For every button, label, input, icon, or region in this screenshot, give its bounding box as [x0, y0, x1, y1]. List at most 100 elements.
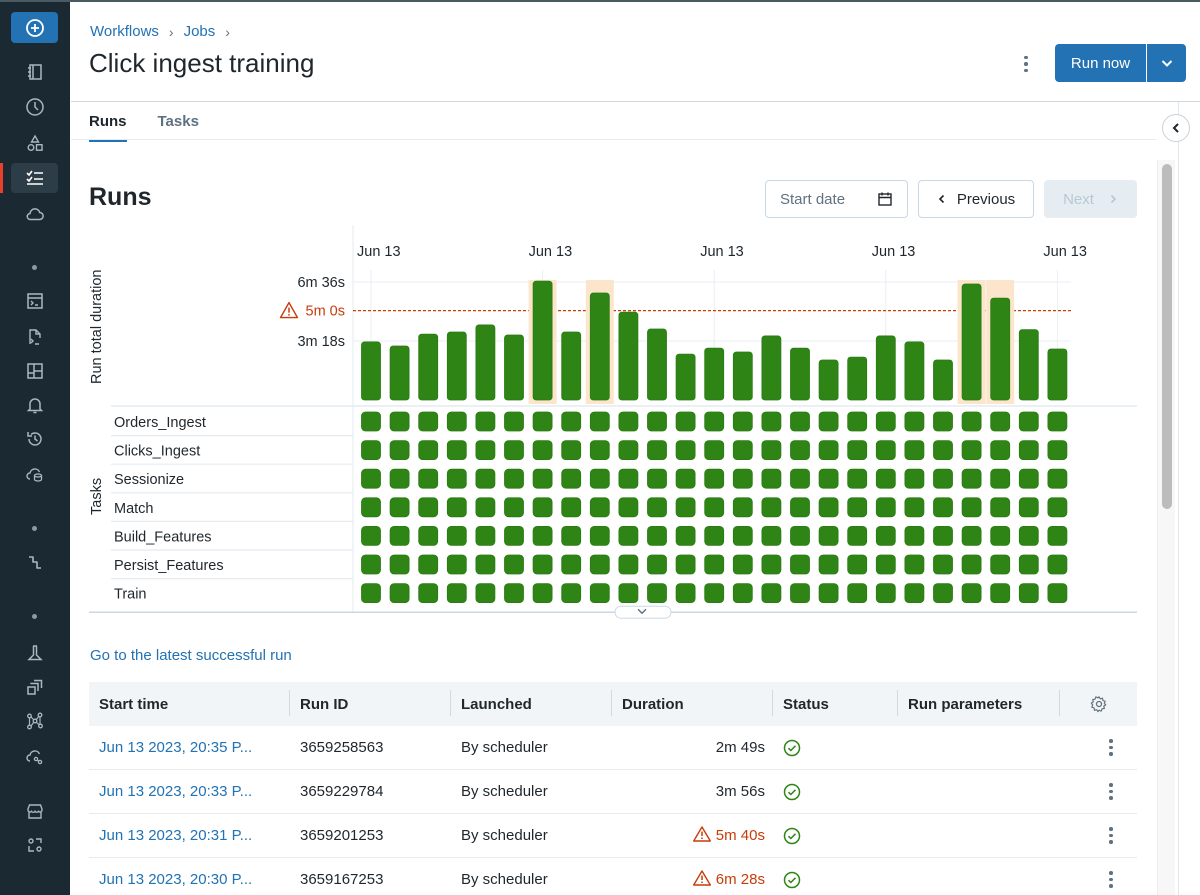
sidebar-item-recents[interactable]	[11, 92, 58, 122]
shapes-icon	[27, 134, 43, 151]
kebab-dot	[1109, 840, 1113, 844]
sidebar-item-workflows[interactable]	[11, 163, 58, 193]
sidebar-item-models[interactable]	[11, 706, 58, 736]
success-check-icon	[783, 739, 801, 756]
more-options-button[interactable]	[1016, 52, 1036, 76]
plus-circle-icon	[25, 18, 44, 37]
sidebar-item-workspace[interactable]	[11, 57, 58, 87]
run-now-button[interactable]: Run now	[1055, 44, 1147, 82]
row-more-options-button[interactable]	[1101, 868, 1121, 892]
task-status-cell	[790, 583, 810, 604]
task-status-cell	[446, 554, 467, 575]
column-header-run-parameters[interactable]: Run parameters	[898, 682, 1060, 726]
task-status-cell	[618, 411, 639, 432]
sidebar-item-marketplace[interactable]	[11, 796, 58, 826]
task-status-cell	[933, 468, 953, 489]
column-settings-button[interactable]	[1060, 682, 1137, 726]
table-row[interactable]: Jun 13 2023, 20:31 P... 3659201253 By sc…	[89, 814, 1137, 858]
task-status-cell	[361, 411, 381, 432]
task-status-cell	[1047, 440, 1068, 461]
sidebar-item-sql-editor[interactable]	[11, 286, 58, 316]
task-status-cell	[675, 554, 696, 575]
expand-chart-button[interactable]	[614, 605, 672, 619]
x-tick-label: Jun 13	[872, 244, 916, 260]
sidebar-item-sql-warehouses[interactable]	[11, 459, 58, 489]
new-button[interactable]	[11, 12, 58, 43]
row-more-options-button[interactable]	[1101, 780, 1121, 804]
sidebar-item-compute[interactable]	[11, 199, 58, 229]
task-status-cell	[446, 440, 467, 461]
bell-icon	[26, 398, 43, 414]
run-now-dropdown-button[interactable]	[1147, 44, 1186, 82]
column-label: Start time	[99, 695, 169, 713]
task-status-cell	[904, 440, 925, 461]
column-header-status[interactable]: Status	[773, 682, 898, 726]
task-status-cell	[818, 525, 839, 546]
task-status-cell	[990, 525, 1011, 546]
task-status-cell	[361, 468, 381, 489]
task-status-cell	[732, 583, 753, 604]
y-tick-label: 6m 36s	[297, 275, 345, 291]
sidebar-item-query-history[interactable]	[11, 424, 58, 454]
task-status-cell	[389, 525, 410, 546]
table-row[interactable]: Jun 13 2023, 20:33 P... 3659229784 By sc…	[89, 770, 1137, 814]
task-label: Sessionize	[114, 472, 184, 488]
task-status-cell	[933, 440, 953, 461]
vertical-scrollbar[interactable]	[1157, 160, 1175, 895]
next-button[interactable]: Next	[1044, 180, 1137, 218]
row-more-options-button[interactable]	[1101, 824, 1121, 848]
start-time-link[interactable]: Jun 13 2023, 20:30 P...	[89, 871, 290, 888]
runs-table: Start time Run ID Launched Duration Stat…	[89, 682, 1137, 895]
tasks-axis-title: Tasks	[89, 478, 105, 515]
sidebar-item-features[interactable]	[11, 672, 58, 702]
sidebar-item-partner-connect[interactable]	[11, 830, 58, 860]
scrollbar-thumb[interactable]	[1162, 164, 1172, 509]
table-row[interactable]: Jun 13 2023, 20:35 P... 3659258563 By sc…	[89, 726, 1137, 770]
kebab-dot	[1024, 68, 1028, 73]
column-label: Duration	[622, 695, 684, 713]
task-status-cell	[904, 583, 925, 604]
duration-bar	[618, 311, 639, 401]
table-row[interactable]: Jun 13 2023, 20:30 P... 3659167253 By sc…	[89, 858, 1137, 895]
task-status-cell	[675, 468, 696, 489]
tab-runs[interactable]: Runs	[89, 113, 127, 142]
start-date-input[interactable]: Start date	[765, 180, 908, 218]
task-status-cell	[1047, 497, 1068, 518]
column-header-run-id[interactable]: Run ID	[290, 682, 451, 726]
sidebar-item-catalog[interactable]	[11, 128, 58, 158]
task-status-cell	[675, 497, 696, 518]
sidebar-item-experiments[interactable]	[11, 638, 58, 668]
sidebar-item-alerts[interactable]	[11, 390, 58, 420]
task-status-cell	[589, 554, 610, 575]
task-status-cell	[847, 497, 868, 518]
y-axis-title: Run total duration	[89, 270, 105, 384]
kebab-dot	[1109, 752, 1113, 756]
task-status-cell	[790, 468, 810, 489]
previous-button[interactable]: Previous	[918, 180, 1034, 218]
sidebar-item-data-engineering[interactable]	[11, 548, 58, 578]
sidebar-item-queries[interactable]	[11, 322, 58, 352]
column-header-launched[interactable]: Launched	[451, 682, 612, 726]
column-header-duration[interactable]: Duration	[612, 682, 773, 726]
column-header-start-time[interactable]: Start time	[89, 682, 290, 726]
start-time-link[interactable]: Jun 13 2023, 20:31 P...	[89, 827, 290, 844]
task-status-cell	[675, 411, 696, 432]
launched-by: By scheduler	[461, 871, 548, 888]
task-status-cell	[475, 583, 496, 604]
layers-icon	[26, 679, 42, 695]
start-time-link[interactable]: Jun 13 2023, 20:33 P...	[89, 783, 290, 800]
tab-tasks[interactable]: Tasks	[158, 113, 199, 142]
sidebar-item-dashboards[interactable]	[11, 356, 58, 386]
task-status-cell	[504, 583, 524, 604]
duration-bar	[961, 283, 982, 401]
breadcrumb-jobs[interactable]: Jobs	[184, 23, 216, 40]
sidebar-item-serving[interactable]	[11, 741, 58, 771]
collapse-panel-button[interactable]	[1162, 114, 1190, 142]
y-tick-label: 3m 18s	[297, 334, 345, 350]
breadcrumb-workflows[interactable]: Workflows	[90, 23, 159, 40]
task-status-cell	[1018, 411, 1039, 432]
start-time-link[interactable]: Jun 13 2023, 20:35 P...	[89, 739, 290, 756]
latest-successful-run-link[interactable]: Go to the latest successful run	[90, 647, 292, 664]
row-more-options-button[interactable]	[1101, 736, 1121, 760]
duration-warning	[692, 825, 711, 846]
